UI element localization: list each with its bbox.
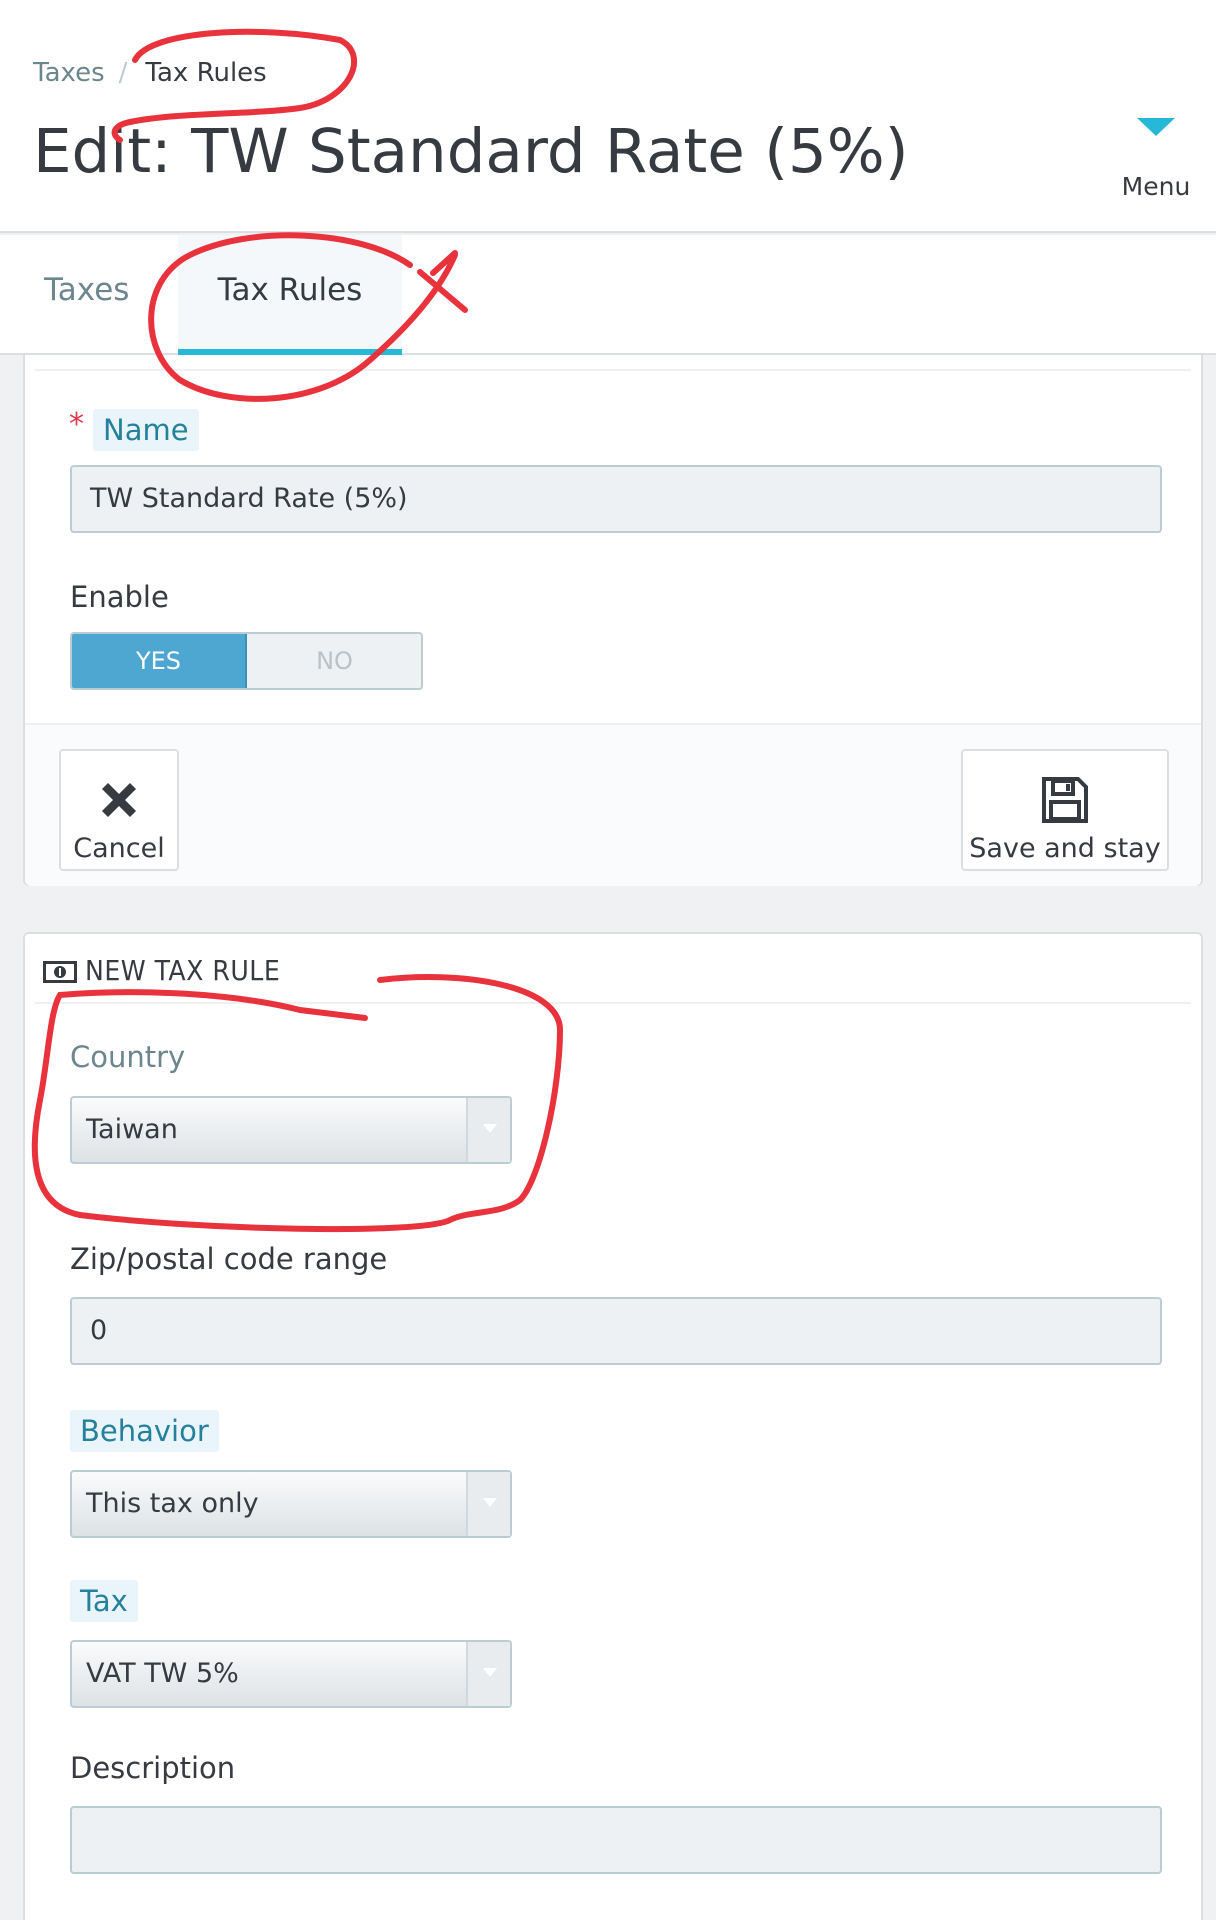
description-input[interactable] [70,1806,1162,1874]
breadcrumb: Taxes / Tax Rules [33,58,267,88]
breadcrumb-current: Tax Rules [145,58,267,88]
enable-label: Enable [70,580,169,614]
tab-tax-rules[interactable]: Tax Rules [178,235,402,355]
name-input[interactable]: TW Standard Rate (5%) [70,465,1162,533]
country-select[interactable]: Taiwan [70,1096,512,1164]
tax-select[interactable]: VAT TW 5% [70,1640,512,1708]
chevron-down-icon [466,1098,510,1162]
enable-no-option[interactable]: NO [247,634,421,688]
name-label: Name [93,409,199,451]
save-icon [1042,777,1088,823]
cancel-button[interactable]: Cancel [59,749,179,871]
page: Taxes / Tax Rules Edit: TW Standard Rate (… [0,0,1216,1920]
save-and-stay-button[interactable]: Save and stay [961,749,1169,871]
country-value: Taiwan [86,1114,178,1145]
chevron-down-icon [466,1472,510,1536]
behavior-select[interactable]: This tax only [70,1470,512,1538]
tab-bar: Taxes Tax Rules [0,235,1216,355]
tax-label: Tax [70,1580,138,1622]
tax-rules-group-form: * Name TW Standard Rate (5%) Enable YES … [23,355,1203,886]
behavior-label: Behavior [70,1410,219,1452]
enable-yes-option[interactable]: YES [72,634,247,688]
menu-label: Menu [1121,172,1191,201]
cancel-label: Cancel [73,833,165,864]
save-label: Save and stay [969,833,1161,864]
behavior-value: This tax only [86,1488,259,1519]
page-header: Taxes / Tax Rules Edit: TW Standard Rate (… [0,0,1216,233]
required-indicator: * [69,407,84,442]
tax-value: VAT TW 5% [86,1658,239,1689]
description-label: Description [70,1751,236,1785]
zip-input[interactable]: 0 [70,1297,1162,1365]
money-icon [43,961,77,983]
panel-heading-text: NEW TAX RULE [85,954,281,987]
zip-label: Zip/postal code range [70,1242,388,1276]
menu-button[interactable]: Menu [1114,110,1198,214]
divider [35,1002,1191,1004]
caret-down-icon [1137,118,1175,136]
breadcrumb-taxes-link[interactable]: Taxes [33,58,105,88]
divider [35,369,1191,371]
tab-taxes[interactable]: Taxes [44,235,129,355]
enable-switch[interactable]: YES NO [70,632,423,690]
form-footer: Cancel Save and stay [25,723,1201,886]
page-title: Edit: TW Standard Rate (5%) [33,116,909,187]
new-tax-rule-panel: NEW TAX RULE Country Taiwan Zip/postal c… [23,932,1203,1920]
close-icon [102,783,136,817]
chevron-down-icon [466,1642,510,1706]
country-label: Country [70,1040,186,1074]
panel-heading: NEW TAX RULE [43,954,280,987]
breadcrumb-separator: / [118,58,128,88]
